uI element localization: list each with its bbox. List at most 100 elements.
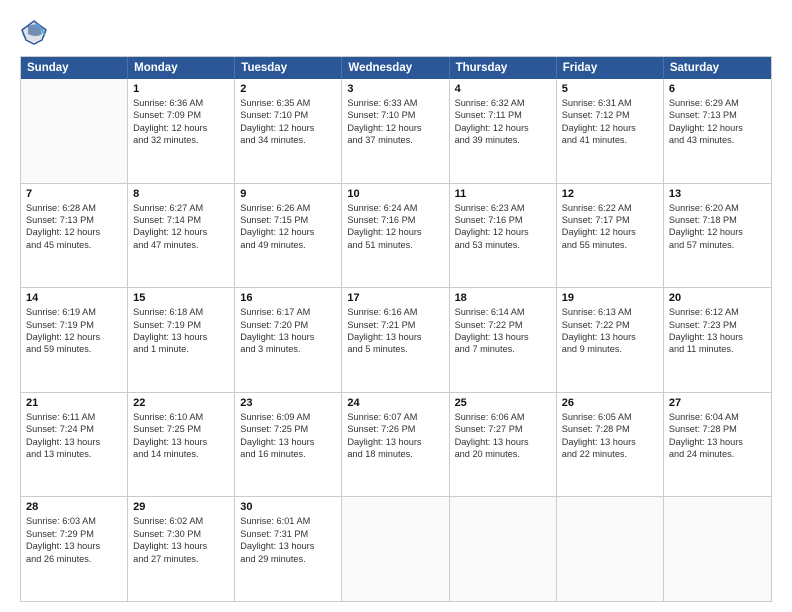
- cell-info: Sunset: 7:11 PM: [455, 109, 551, 121]
- cell-info: Daylight: 13 hours: [133, 331, 229, 343]
- cell-info: and 22 minutes.: [562, 448, 658, 460]
- cell-info: Sunset: 7:30 PM: [133, 528, 229, 540]
- day-number: 13: [669, 188, 766, 200]
- calendar-cell: 25Sunrise: 6:06 AMSunset: 7:27 PMDayligh…: [450, 393, 557, 497]
- header: [20, 18, 772, 46]
- cell-info: Sunrise: 6:17 AM: [240, 306, 336, 318]
- calendar-cell: 16Sunrise: 6:17 AMSunset: 7:20 PMDayligh…: [235, 288, 342, 392]
- cell-info: Sunset: 7:23 PM: [669, 319, 766, 331]
- cell-info: Sunrise: 6:33 AM: [347, 97, 443, 109]
- cell-info: Sunrise: 6:16 AM: [347, 306, 443, 318]
- weekday-header: Thursday: [450, 57, 557, 79]
- day-number: 14: [26, 292, 122, 304]
- cell-info: Daylight: 12 hours: [347, 226, 443, 238]
- cell-info: Sunrise: 6:02 AM: [133, 515, 229, 527]
- cell-info: Sunrise: 6:22 AM: [562, 202, 658, 214]
- cell-info: and 45 minutes.: [26, 239, 122, 251]
- day-number: 10: [347, 188, 443, 200]
- cell-info: Daylight: 13 hours: [240, 436, 336, 448]
- cell-info: Daylight: 12 hours: [240, 226, 336, 238]
- cell-info: Daylight: 13 hours: [455, 331, 551, 343]
- cell-info: Sunrise: 6:10 AM: [133, 411, 229, 423]
- cell-info: and 20 minutes.: [455, 448, 551, 460]
- cell-info: Sunset: 7:25 PM: [240, 423, 336, 435]
- cell-info: and 29 minutes.: [240, 553, 336, 565]
- cell-info: Sunset: 7:29 PM: [26, 528, 122, 540]
- cell-info: Sunrise: 6:09 AM: [240, 411, 336, 423]
- cell-info: Daylight: 12 hours: [562, 226, 658, 238]
- cell-info: Sunset: 7:14 PM: [133, 214, 229, 226]
- cell-info: Sunrise: 6:03 AM: [26, 515, 122, 527]
- cell-info: and 26 minutes.: [26, 553, 122, 565]
- day-number: 1: [133, 83, 229, 95]
- cell-info: Daylight: 13 hours: [240, 331, 336, 343]
- cell-info: Sunset: 7:19 PM: [26, 319, 122, 331]
- cell-info: Sunrise: 6:07 AM: [347, 411, 443, 423]
- day-number: 2: [240, 83, 336, 95]
- day-number: 15: [133, 292, 229, 304]
- calendar-body: 1Sunrise: 6:36 AMSunset: 7:09 PMDaylight…: [21, 79, 771, 601]
- cell-info: Sunset: 7:18 PM: [669, 214, 766, 226]
- calendar-row: 7Sunrise: 6:28 AMSunset: 7:13 PMDaylight…: [21, 184, 771, 289]
- cell-info: Daylight: 13 hours: [669, 331, 766, 343]
- calendar-cell: 17Sunrise: 6:16 AMSunset: 7:21 PMDayligh…: [342, 288, 449, 392]
- calendar-cell: 29 Sunrise: 6:02 AMSunset: 7:30 PMDayligh…: [128, 497, 235, 601]
- calendar-cell: 27Sunrise: 6:04 AMSunset: 7:28 PMDayligh…: [664, 393, 771, 497]
- cell-info: Sunset: 7:22 PM: [455, 319, 551, 331]
- day-number: 6: [669, 83, 766, 95]
- cell-info: Daylight: 12 hours: [455, 226, 551, 238]
- calendar-cell: [450, 497, 557, 601]
- calendar-cell: 13Sunrise: 6:20 AMSunset: 7:18 PMDayligh…: [664, 184, 771, 288]
- calendar-cell: 26Sunrise: 6:05 AMSunset: 7:28 PMDayligh…: [557, 393, 664, 497]
- day-number: 18: [455, 292, 551, 304]
- cell-info: Sunrise: 6:05 AM: [562, 411, 658, 423]
- day-number: 27: [669, 397, 766, 409]
- cell-info: Sunset: 7:10 PM: [240, 109, 336, 121]
- cell-info: and 49 minutes.: [240, 239, 336, 251]
- calendar-cell: 7Sunrise: 6:28 AMSunset: 7:13 PMDaylight…: [21, 184, 128, 288]
- cell-info: Daylight: 13 hours: [240, 540, 336, 552]
- logo: [20, 18, 52, 46]
- logo-icon: [20, 18, 48, 46]
- cell-info: Sunset: 7:22 PM: [562, 319, 658, 331]
- cell-info: and 53 minutes.: [455, 239, 551, 251]
- cell-info: and 39 minutes.: [455, 134, 551, 146]
- cell-info: and 3 minutes.: [240, 343, 336, 355]
- day-number: 4: [455, 83, 551, 95]
- weekday-header: Monday: [128, 57, 235, 79]
- cell-info: Sunset: 7:27 PM: [455, 423, 551, 435]
- cell-info: Sunrise: 6:26 AM: [240, 202, 336, 214]
- calendar-cell: 14Sunrise: 6:19 AMSunset: 7:19 PMDayligh…: [21, 288, 128, 392]
- cell-info: Sunset: 7:31 PM: [240, 528, 336, 540]
- day-number: 29: [133, 501, 229, 513]
- calendar-cell: 11Sunrise: 6:23 AMSunset: 7:16 PMDayligh…: [450, 184, 557, 288]
- calendar-cell: 2Sunrise: 6:35 AMSunset: 7:10 PMDaylight…: [235, 79, 342, 183]
- cell-info: Daylight: 12 hours: [240, 122, 336, 134]
- calendar-cell: 18Sunrise: 6:14 AMSunset: 7:22 PMDayligh…: [450, 288, 557, 392]
- calendar-cell: 10Sunrise: 6:24 AMSunset: 7:16 PMDayligh…: [342, 184, 449, 288]
- calendar-cell: 24Sunrise: 6:07 AMSunset: 7:26 PMDayligh…: [342, 393, 449, 497]
- day-number: 9: [240, 188, 336, 200]
- cell-info: and 47 minutes.: [133, 239, 229, 251]
- cell-info: and 5 minutes.: [347, 343, 443, 355]
- cell-info: Sunset: 7:28 PM: [669, 423, 766, 435]
- cell-info: Daylight: 12 hours: [133, 122, 229, 134]
- cell-info: Daylight: 12 hours: [26, 226, 122, 238]
- day-number: 24: [347, 397, 443, 409]
- calendar: SundayMondayTuesdayWednesdayThursdayFrid…: [20, 56, 772, 602]
- day-number: 3: [347, 83, 443, 95]
- calendar-cell: 22Sunrise: 6:10 AMSunset: 7:25 PMDayligh…: [128, 393, 235, 497]
- cell-info: Daylight: 13 hours: [133, 540, 229, 552]
- cell-info: Sunset: 7:16 PM: [455, 214, 551, 226]
- cell-info: Sunrise: 6:32 AM: [455, 97, 551, 109]
- cell-info: Daylight: 12 hours: [133, 226, 229, 238]
- calendar-cell: 21Sunrise: 6:11 AMSunset: 7:24 PMDayligh…: [21, 393, 128, 497]
- day-number: 20: [669, 292, 766, 304]
- calendar-cell: 4Sunrise: 6:32 AMSunset: 7:11 PMDaylight…: [450, 79, 557, 183]
- weekday-header: Wednesday: [342, 57, 449, 79]
- cell-info: and 34 minutes.: [240, 134, 336, 146]
- cell-info: Sunrise: 6:18 AM: [133, 306, 229, 318]
- calendar-cell: 1Sunrise: 6:36 AMSunset: 7:09 PMDaylight…: [128, 79, 235, 183]
- cell-info: Sunrise: 6:19 AM: [26, 306, 122, 318]
- cell-info: Sunset: 7:20 PM: [240, 319, 336, 331]
